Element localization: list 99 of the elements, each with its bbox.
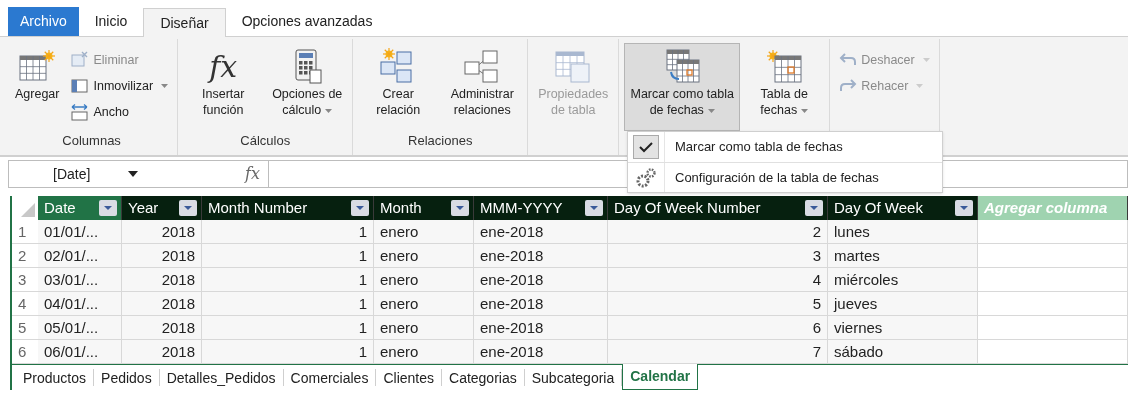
table-cell: viernes (828, 316, 978, 339)
check-icon (633, 135, 659, 159)
row-number: 4 (17, 294, 28, 314)
table-cell: enero (374, 220, 474, 243)
menu-item[interactable]: Configuración de la tabla de fechas (628, 162, 942, 192)
calendar-icon (765, 48, 804, 86)
table-cell: ene-2018 (474, 340, 608, 363)
row-number: 3 (17, 270, 28, 290)
table-cell: 06/01/... (38, 340, 122, 363)
table-cell: 1 (202, 220, 374, 243)
table-cell: 4 (608, 268, 828, 291)
table-cell: enero (374, 292, 474, 315)
column-header[interactable]: MMM-YYYY (474, 196, 608, 220)
ribbon-button[interactable]: Agregar (11, 43, 64, 131)
table-cell: enero (374, 316, 474, 339)
filter-dropdown-icon[interactable] (585, 200, 603, 216)
group-label: Relaciones (408, 132, 473, 150)
filter-dropdown-icon[interactable] (99, 200, 117, 216)
sheet-tab[interactable]: Calendar (622, 364, 699, 390)
ribbon-button[interactable]: fx Insertar función (183, 43, 264, 131)
table-cell: 1 (202, 292, 374, 315)
date-table-icon (663, 48, 702, 86)
sheet-tab[interactable]: Comerciales (283, 369, 377, 386)
table-cell: 2018 (122, 292, 202, 315)
table-cell: 2018 (122, 244, 202, 267)
column-header[interactable]: Day Of Week (828, 196, 978, 220)
ribbon-tab[interactable]: Opciones avanzadas (225, 7, 389, 36)
ribbon-button[interactable]: Administrar relaciones (442, 43, 523, 131)
ribbon-tab[interactable]: Inicio (78, 7, 144, 36)
gears-icon (635, 166, 657, 189)
table-cell: 2018 (122, 316, 202, 339)
table-cell: 2018 (122, 268, 202, 291)
table-cell: ene-2018 (474, 220, 608, 243)
ribbon-button[interactable]: Opciones de cálculo (267, 43, 348, 131)
ribbon-button[interactable]: Tabla de fechas (744, 43, 825, 131)
table-cell: ene-2018 (474, 316, 608, 339)
column-header[interactable]: Day Of Week Number (608, 196, 828, 220)
group-label: Cálculos (240, 132, 291, 150)
table-cell: 05/01/... (38, 316, 122, 339)
table-cell: miércoles (828, 268, 978, 291)
table-cell: enero (374, 268, 474, 291)
sheet-tab[interactable]: Clientes (376, 369, 442, 386)
filter-dropdown-icon[interactable] (351, 200, 369, 216)
table-cell: 1 (202, 340, 374, 363)
sheet-tab[interactable]: Pedidos (94, 369, 160, 386)
sheet-tab[interactable]: Categorias (442, 369, 525, 386)
table-cell: sábado (828, 340, 978, 363)
table-cell: 1 (202, 244, 374, 267)
table-cell: jueves (828, 292, 978, 315)
caret-icon (128, 171, 139, 177)
column-header[interactable]: Date (38, 196, 122, 220)
menu-item[interactable]: Marcar como tabla de fechas (628, 132, 942, 162)
table-cell: 2018 (122, 340, 202, 363)
ribbon-tab[interactable]: Diseñar (143, 8, 226, 37)
row-number: 2 (17, 246, 28, 266)
table-cell: 2 (608, 220, 828, 243)
sheet-tab[interactable]: Productos (16, 369, 95, 386)
filter-dropdown-icon[interactable] (179, 200, 197, 216)
row-number: 6 (17, 342, 28, 362)
table-cell: enero (374, 340, 474, 363)
column-header[interactable]: Year (122, 196, 202, 220)
table-cell: 04/01/... (38, 292, 122, 315)
file-tab[interactable]: Archivo (8, 7, 79, 36)
table-properties-icon (554, 48, 593, 86)
column-header[interactable]: Month Number (202, 196, 374, 220)
row-number: 1 (17, 222, 28, 242)
column-header[interactable]: Month (374, 196, 474, 220)
table-cell: 5 (608, 292, 828, 315)
filter-dropdown-icon[interactable] (451, 200, 469, 216)
table-cell: 3 (608, 244, 828, 267)
table-cell: enero (374, 244, 474, 267)
ribbon-button[interactable]: Marcar como tabla de fechas (624, 43, 741, 131)
function-icon: fx (209, 48, 238, 86)
freeze-column-icon (71, 77, 90, 95)
table-cell: martes (828, 244, 978, 267)
column-width-icon (71, 103, 90, 121)
filter-dropdown-icon[interactable] (955, 200, 973, 216)
delete-column-icon (71, 51, 90, 69)
sheet-tab[interactable]: Detalles_Pedidos (159, 369, 284, 386)
table-cell: ene-2018 (474, 268, 608, 291)
ribbon-button[interactable]: Ancho (67, 99, 173, 125)
table-cell: 1 (202, 268, 374, 291)
ribbon-button[interactable]: Inmovilizar (67, 73, 173, 99)
corner-icon (21, 203, 35, 217)
group-label: Columnas (62, 132, 121, 150)
table-cell: 1 (202, 316, 374, 339)
table-cell: 03/01/... (38, 268, 122, 291)
ribbon-button[interactable]: Crear relación (358, 43, 439, 131)
table-cell: 01/01/... (38, 220, 122, 243)
row-number: 5 (17, 318, 28, 338)
table-cell: 6 (608, 316, 828, 339)
table-cell: 2018 (122, 220, 202, 243)
table-cell: ene-2018 (474, 292, 608, 315)
filter-dropdown-icon[interactable] (805, 200, 823, 216)
table-cell: 02/01/... (38, 244, 122, 267)
table-cell: 7 (608, 340, 828, 363)
name-box[interactable]: [Date] (9, 161, 199, 187)
table-cell: ene-2018 (474, 244, 608, 267)
table-cell: lunes (828, 220, 978, 243)
